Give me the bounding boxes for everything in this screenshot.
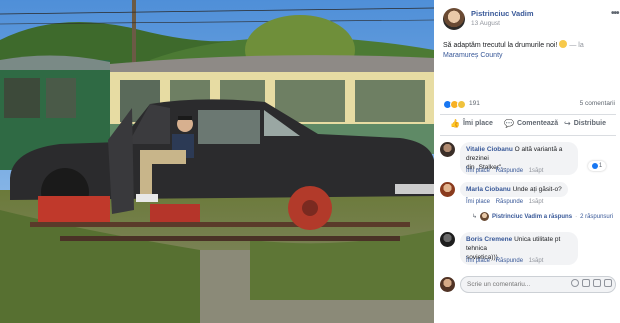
reaction-count[interactable]: 191 bbox=[469, 100, 480, 107]
comment-reply-link[interactable]: Răspunde bbox=[496, 168, 523, 174]
comment-button-label: Comentează bbox=[516, 120, 559, 127]
more-options-icon[interactable]: ••• bbox=[611, 8, 619, 19]
reply-separator: · bbox=[575, 213, 578, 220]
gif-icon[interactable] bbox=[593, 279, 601, 287]
post-photo[interactable] bbox=[0, 0, 434, 323]
like-button-label: Îmi place bbox=[462, 120, 493, 127]
comment-button[interactable]: 💬 Comentează bbox=[504, 119, 558, 128]
comment-reply-link[interactable]: Răspunde bbox=[496, 258, 523, 264]
commenter-name[interactable]: Boris Cremene bbox=[466, 236, 512, 243]
commenter-avatar[interactable] bbox=[440, 232, 455, 247]
commenter-name[interactable]: Marla Ciobanu bbox=[466, 186, 511, 193]
comment-text: Unde ați găsit-o? bbox=[512, 186, 562, 193]
comment-like-link[interactable]: Îmi place bbox=[466, 168, 490, 174]
comment-count[interactable]: 5 comentarii bbox=[580, 100, 615, 107]
comment-composer bbox=[440, 276, 616, 294]
comment-time[interactable]: 1săpt bbox=[529, 168, 544, 174]
sticker-icon[interactable] bbox=[604, 279, 612, 287]
comment-bubble: Marla Ciobanu Unde ați găsit-o? bbox=[460, 182, 568, 197]
comment-like-link[interactable]: Îmi place bbox=[466, 258, 490, 264]
share-button[interactable]: ↪ Distribuie bbox=[564, 119, 606, 128]
comment-like-count: 1 bbox=[598, 163, 603, 169]
comment-item: Boris Cremene Unica utilitate pt tehnica… bbox=[440, 232, 616, 268]
commenter-avatar[interactable] bbox=[440, 182, 455, 197]
commenter-avatar[interactable] bbox=[440, 142, 455, 157]
thumbs-up-icon: 👍 bbox=[450, 119, 460, 128]
share-arrow-icon: ↪ bbox=[564, 119, 571, 128]
comment-time[interactable]: 1săpt bbox=[529, 199, 544, 205]
author-avatar[interactable] bbox=[443, 8, 465, 30]
location-separator: — la bbox=[569, 42, 584, 49]
post-caption: Să adaptăm trecutul la drumurile noi! bbox=[443, 42, 558, 49]
comment-meta: Îmi place Răspunde 1săpt bbox=[466, 199, 547, 205]
smile-emoji-icon bbox=[559, 40, 568, 48]
view-replies-link[interactable]: ↳ Pistrinciuc Vadim a răspuns · 2 răspun… bbox=[472, 212, 613, 221]
like-badge-icon bbox=[591, 163, 598, 169]
post-date[interactable]: 13 August bbox=[471, 20, 500, 27]
commenter-name[interactable]: Vitalie Ciobanu bbox=[466, 146, 513, 153]
photo-illustration bbox=[0, 0, 434, 323]
reply-arrow-icon: ↳ bbox=[472, 214, 478, 220]
comment-like-badge[interactable]: 1 bbox=[588, 161, 606, 171]
comment-reply-link[interactable]: Răspunde bbox=[496, 199, 523, 205]
reply-author-avatar bbox=[480, 212, 490, 221]
post-sidebar: Pistrinciuc Vadim 13 August ••• Să adapt… bbox=[434, 0, 620, 323]
camera-icon[interactable] bbox=[582, 279, 590, 287]
share-button-label: Distribuie bbox=[573, 120, 606, 127]
post-header: Pistrinciuc Vadim 13 August ••• bbox=[443, 8, 619, 34]
reply-count: 2 răspunsuri bbox=[580, 213, 614, 220]
comment-time[interactable]: 1săpt bbox=[529, 258, 544, 264]
reactions-bar: 191 5 comentarii bbox=[443, 100, 615, 110]
composer-icons bbox=[571, 279, 612, 287]
comment-meta: Îmi place Răspunde 1săpt bbox=[466, 168, 547, 174]
comment-meta: Îmi place Răspunde 1săpt bbox=[466, 258, 547, 264]
comment-item: Marla Ciobanu Unde ați găsit-o? Îmi plac… bbox=[440, 182, 616, 226]
wow-reaction-icon[interactable] bbox=[457, 100, 466, 109]
comment-like-link[interactable]: Îmi place bbox=[466, 199, 490, 205]
author-name[interactable]: Pistrinciuc Vadim bbox=[471, 9, 534, 18]
reply-author: Pistrinciuc Vadim a răspuns bbox=[492, 213, 573, 220]
location-link[interactable]: Maramureș County bbox=[443, 52, 503, 59]
post-text: Să adaptăm trecutul la drumurile noi! — … bbox=[443, 40, 615, 61]
post-actions: 👍 Îmi place 💬 Comentează ↪ Distribuie bbox=[440, 114, 616, 136]
comment-item: Vitalie Ciobanu O altă variantă a drezin… bbox=[440, 142, 616, 176]
current-user-avatar bbox=[440, 277, 455, 292]
like-button[interactable]: 👍 Îmi place bbox=[450, 119, 493, 128]
emoji-icon[interactable] bbox=[571, 279, 579, 287]
speech-bubble-icon: 💬 bbox=[504, 119, 514, 128]
